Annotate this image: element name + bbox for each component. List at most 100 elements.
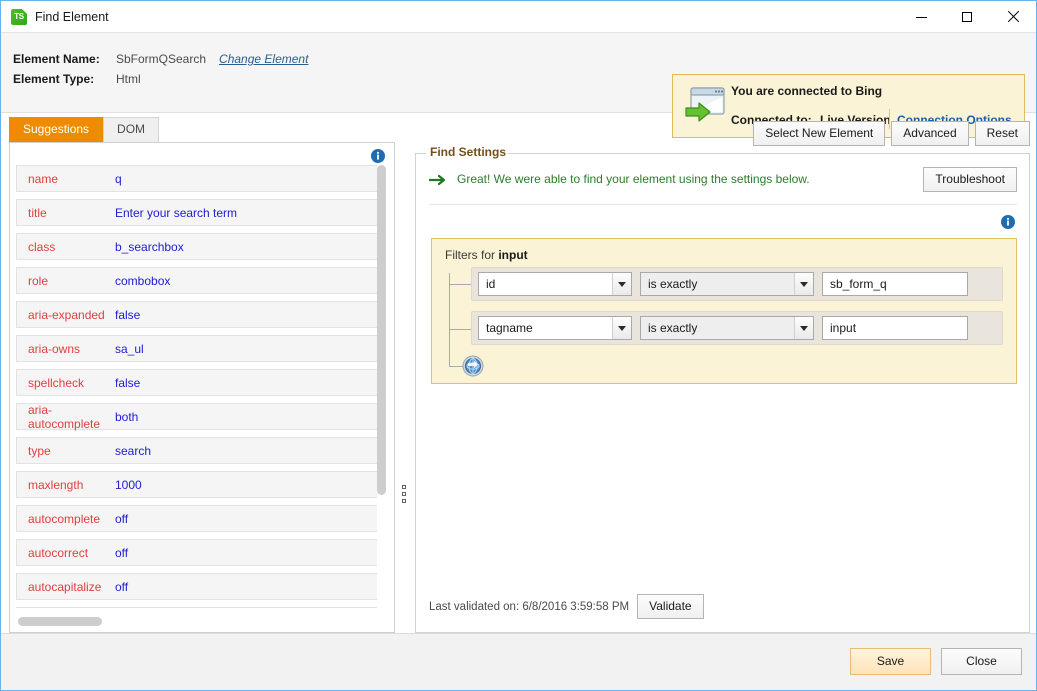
globe-refresh-icon[interactable] (462, 355, 484, 377)
chevron-down-icon[interactable] (612, 273, 631, 295)
list-item[interactable]: maxlength 1000 (16, 471, 382, 498)
filter-operator-value: is exactly (648, 277, 698, 291)
change-element-link[interactable]: Change Element (219, 52, 308, 66)
list-item[interactable]: autocorrect off (16, 539, 382, 566)
save-button[interactable]: Save (850, 648, 931, 675)
attribute-value: sa_ul (115, 341, 144, 356)
list-item[interactable]: aria-expanded false (16, 301, 382, 328)
reset-button[interactable]: Reset (974, 121, 1030, 146)
panel-tabs: Suggestions DOM (9, 117, 395, 142)
attribute-value: combobox (115, 273, 171, 288)
element-type-label: Element Type: (13, 72, 95, 86)
close-button[interactable]: Close (941, 648, 1022, 675)
attribute-name: role (28, 273, 49, 288)
close-icon[interactable] (990, 1, 1036, 33)
list-item[interactable]: class b_searchbox (16, 233, 382, 260)
tab-suggestions[interactable]: Suggestions (9, 117, 104, 142)
filter-attribute-value: tagname (486, 321, 533, 335)
filter-row: id is exactly sb_form_q (471, 267, 1003, 301)
footer-bar: Save Close (1, 633, 1036, 690)
attribute-name: autocorrect (28, 545, 89, 560)
attribute-value: off (115, 579, 129, 594)
attribute-value: off (115, 511, 129, 526)
status-message: Great! We were able to find your element… (457, 172, 810, 186)
window-controls (898, 1, 1036, 33)
vertical-scrollbar-thumb[interactable] (377, 165, 386, 495)
list-item[interactable]: spellcheck false (16, 369, 382, 396)
filter-value-text: input (830, 321, 857, 335)
title-bar: TS Find Element (1, 1, 1036, 33)
find-element-window: TS Find Element Element Name: SbFormQSea… (0, 0, 1037, 691)
attribute-name: class (28, 239, 56, 254)
status-row: Great! We were able to find your element… (428, 167, 1017, 205)
splitter-grip-icon[interactable] (402, 485, 406, 503)
select-new-element-button[interactable]: Select New Element (753, 121, 886, 146)
element-type-row: Element Type: Html (13, 72, 308, 86)
panel-splitter[interactable] (399, 117, 411, 633)
list-item[interactable] (16, 607, 382, 608)
attribute-value: 1000 (115, 477, 142, 492)
list-item[interactable]: aria-autocomplete both (16, 402, 382, 431)
filter-value-input[interactable]: input (822, 316, 968, 340)
vertical-scrollbar[interactable] (377, 165, 386, 608)
list-item[interactable]: autocomplete off (16, 505, 382, 532)
filters-box: Filters for input id is exactly sb_form_… (431, 238, 1017, 384)
list-item[interactable]: name q (16, 165, 382, 192)
ts-logo-icon: TS (11, 8, 27, 25)
validate-button[interactable]: Validate (637, 594, 704, 619)
filters-title-prefix: Filters for (445, 248, 499, 262)
chevron-down-icon[interactable] (612, 317, 631, 339)
tab-dom[interactable]: DOM (103, 117, 160, 142)
last-validated-text: Last validated on: 6/8/2016 3:59:58 PM (429, 600, 630, 613)
troubleshoot-button[interactable]: Troubleshoot (923, 167, 1017, 192)
list-item[interactable]: aria-owns sa_ul (16, 335, 382, 362)
attribute-name: aria-owns (28, 341, 81, 356)
chevron-down-icon[interactable] (794, 317, 813, 339)
find-settings-groupbox: Find Settings Great! We were able to fin… (415, 145, 1030, 633)
filter-tree-branch (449, 284, 471, 285)
filter-value-input[interactable]: sb_form_q (822, 272, 968, 296)
chevron-down-icon[interactable] (794, 273, 813, 295)
list-item[interactable]: autocapitalize off (16, 573, 382, 600)
attribute-name: aria-autocomplete (28, 402, 101, 431)
attribute-name: autocomplete (28, 511, 101, 526)
filter-attribute-dropdown[interactable]: tagname (478, 316, 632, 340)
attribute-name: maxlength (28, 477, 84, 492)
filter-value-text: sb_form_q (830, 277, 887, 291)
find-settings-title: Find Settings (430, 145, 506, 159)
list-item[interactable]: role combobox (16, 267, 382, 294)
attribute-name: autocapitalize (28, 579, 102, 594)
attribute-value: q (115, 171, 122, 186)
info-icon[interactable] (1001, 215, 1015, 234)
attributes-list[interactable]: name q title Enter your search term clas… (16, 165, 382, 608)
horizontal-scrollbar[interactable] (16, 617, 384, 626)
attribute-name: type (28, 443, 51, 458)
element-type-value: Html (116, 72, 141, 86)
filters-title: Filters for input (445, 248, 528, 262)
list-item[interactable]: type search (16, 437, 382, 464)
attribute-name: spellcheck (28, 375, 85, 390)
element-header: Element Name: SbFormQSearch Change Eleme… (1, 33, 1036, 138)
connection-status-text: You are connected to Bing (731, 84, 883, 98)
element-info: Element Name: SbFormQSearch Change Eleme… (13, 52, 308, 92)
attribute-name: title (28, 205, 47, 220)
filter-operator-dropdown[interactable]: is exactly (640, 272, 814, 296)
advanced-button[interactable]: Advanced (891, 121, 969, 146)
filter-row: tagname is exactly input (471, 311, 1003, 345)
attribute-value: false (115, 375, 141, 390)
list-item[interactable]: title Enter your search term (16, 199, 382, 226)
top-action-buttons: Select New Element Advanced Reset (753, 121, 1030, 146)
maximize-icon[interactable] (944, 1, 990, 33)
attributes-list-frame: name q title Enter your search term clas… (9, 142, 395, 633)
horizontal-scrollbar-thumb[interactable] (18, 617, 102, 626)
filter-operator-dropdown[interactable]: is exactly (640, 316, 814, 340)
filter-attribute-dropdown[interactable]: id (478, 272, 632, 296)
filter-operator-value: is exactly (648, 321, 698, 335)
minimize-icon[interactable] (898, 1, 944, 33)
attribute-value: search (115, 443, 152, 458)
filter-tree-line (449, 273, 450, 367)
window-title: Find Element (35, 9, 109, 24)
element-name-row: Element Name: SbFormQSearch Change Eleme… (13, 52, 308, 66)
footer-buttons: Save Close (850, 648, 1022, 675)
attribute-value: b_searchbox (115, 239, 184, 254)
